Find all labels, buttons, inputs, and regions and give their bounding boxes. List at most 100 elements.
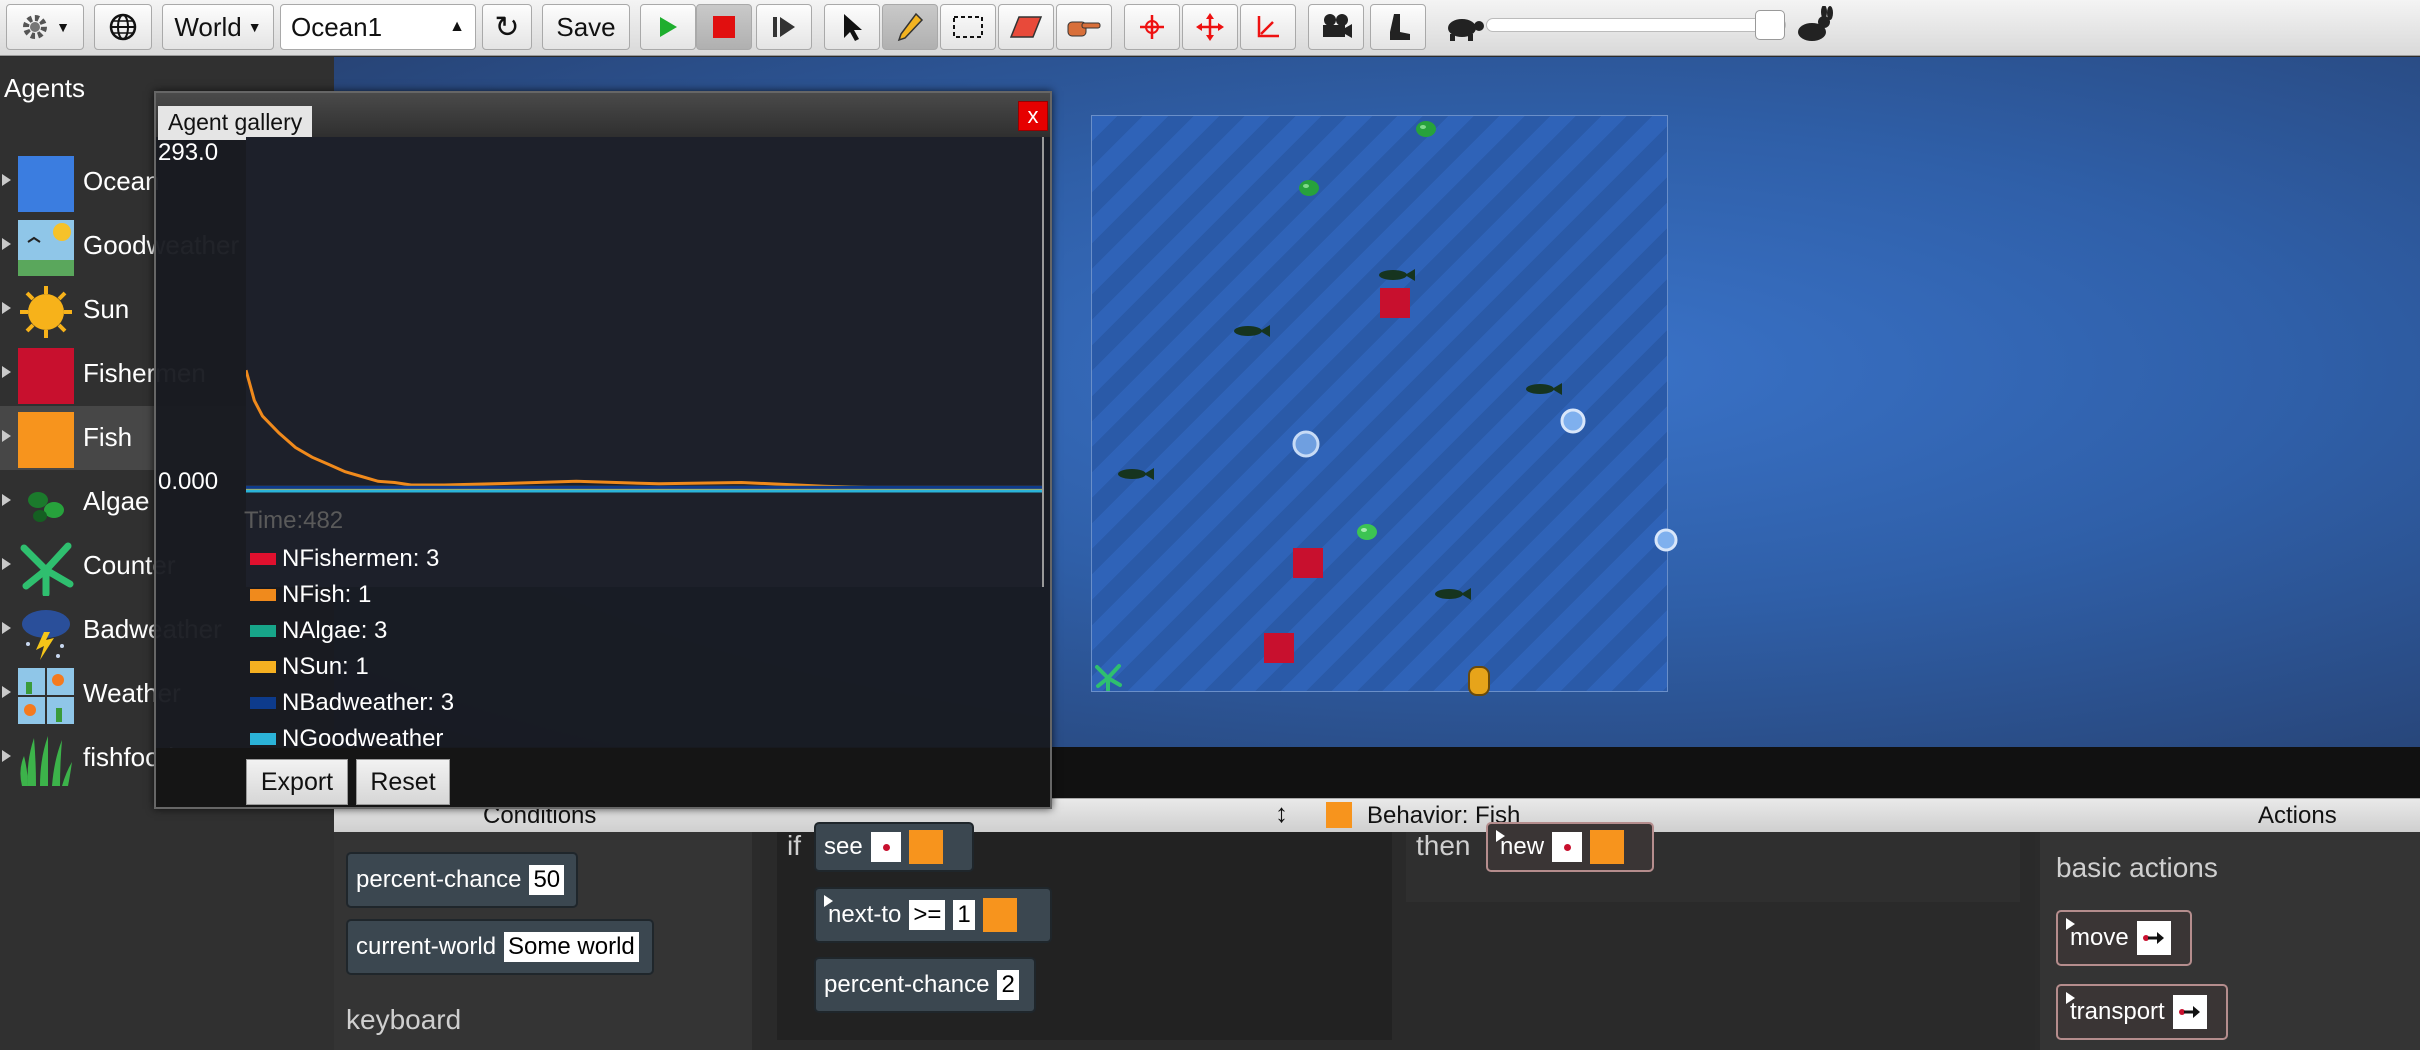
agent-label: Algae [83, 486, 150, 516]
algae-icon[interactable] [1415, 119, 1437, 144]
expand-triangle-icon[interactable] [824, 895, 833, 907]
save-button[interactable]: Save [542, 4, 630, 50]
bubble-icon[interactable] [1652, 526, 1680, 559]
fish-icon[interactable] [1373, 266, 1417, 284]
camera-button[interactable] [1308, 4, 1364, 50]
speed-slider[interactable] [1486, 10, 1786, 40]
expand-triangle-icon[interactable] [2, 430, 11, 442]
ocean-grid[interactable] [1091, 115, 1678, 696]
close-button[interactable]: x [1018, 101, 1048, 131]
agent-gallery-tab[interactable]: Agent gallery [158, 106, 313, 140]
resize-corner-icon [1253, 12, 1283, 42]
world-select[interactable]: Ocean1 ▲ [280, 4, 476, 50]
legend-swatch [250, 625, 276, 637]
algae-icon[interactable] [1298, 178, 1320, 203]
stop-button[interactable] [696, 4, 752, 50]
expand-triangle-icon[interactable] [2, 686, 11, 698]
selector-dot-icon[interactable] [870, 832, 901, 862]
counter-icon [18, 540, 74, 598]
bubble-icon[interactable] [1291, 429, 1321, 464]
eraser-tool-button[interactable] [998, 4, 1054, 50]
resize-tool-button[interactable] [1240, 4, 1296, 50]
expand-triangle-icon[interactable] [2066, 992, 2075, 1004]
tile-label: percent-chance [356, 866, 522, 893]
expand-triangle-icon[interactable] [2, 302, 11, 314]
rotate-tool-button[interactable] [1124, 4, 1180, 50]
move-tool-button[interactable] [1182, 4, 1238, 50]
series-line-nfish [244, 369, 1043, 492]
comparison-operator[interactable]: >= [909, 900, 946, 930]
world-select-value: Ocean1 [291, 11, 383, 42]
agent-tool-button[interactable] [1370, 4, 1426, 50]
expand-triangle-icon[interactable] [2066, 918, 2075, 930]
expand-triangle-icon[interactable] [2, 366, 11, 378]
expand-triangle-icon[interactable] [2, 622, 11, 634]
selector-dot-icon[interactable] [1552, 832, 1583, 862]
current-world-value[interactable]: Some world [504, 932, 639, 962]
percent-chance-value[interactable]: 50 [529, 865, 565, 895]
algae-icon[interactable] [1356, 522, 1378, 547]
new-action-tile[interactable]: new [1486, 822, 1654, 872]
expand-triangle-icon[interactable] [2, 750, 11, 762]
speed-slider-handle[interactable] [1755, 10, 1785, 40]
marquee-select-icon [952, 15, 984, 39]
world-dropdown[interactable]: World ▼ [162, 4, 274, 50]
globe-button[interactable] [94, 4, 152, 50]
export-button[interactable]: Export [246, 759, 348, 805]
percent-chance-condition-tile[interactable]: percent-chance 2 [814, 957, 1036, 1013]
tile-label: current-world [356, 933, 497, 960]
direction-arrow-icon[interactable] [2172, 995, 2207, 1029]
expand-triangle-icon[interactable] [2, 494, 11, 506]
select-tool-button[interactable] [824, 4, 880, 50]
fish-swatch[interactable] [908, 830, 943, 864]
fish-swatch[interactable] [1590, 830, 1625, 864]
expand-triangle-icon[interactable] [2, 238, 11, 250]
settings-menu-button[interactable]: ▼ [6, 4, 84, 50]
percent-chance-tile[interactable]: percent-chance 50 [346, 852, 578, 908]
fisherman-agent[interactable] [1264, 633, 1294, 663]
sun-icon [18, 284, 74, 340]
reload-button[interactable]: ↻ [482, 4, 532, 50]
direction-arrow-icon[interactable] [2136, 921, 2171, 955]
step-button[interactable] [756, 4, 812, 50]
weather-icon [18, 668, 74, 724]
agent-gallery-popup[interactable]: Agent gallery x 293.0 0.000 Time:482 NFi… [154, 91, 1052, 809]
legend-item: NAlgae: 3 [250, 617, 387, 645]
fish-icon[interactable] [1429, 585, 1473, 603]
fish-icon[interactable] [1112, 465, 1156, 483]
fisherman-agent[interactable] [1293, 548, 1323, 578]
expand-triangle-icon[interactable] [2, 174, 11, 186]
legend-label: NSun: 1 [282, 653, 369, 680]
fishfood-icon [18, 732, 74, 788]
hand-tool-button[interactable] [1056, 4, 1112, 50]
fisherman-agent[interactable] [1380, 288, 1410, 318]
refresh-icon: ↻ [494, 10, 520, 44]
reset-button[interactable]: Reset [356, 759, 450, 805]
fish-swatch [1326, 802, 1352, 828]
marquee-tool-button[interactable] [940, 4, 996, 50]
move-action-tile[interactable]: move [2056, 910, 2192, 966]
eraser-icon [1009, 15, 1043, 39]
legend-label: NFishermen: 3 [282, 545, 440, 572]
legend-item: NBadweather: 3 [250, 689, 454, 717]
current-world-tile[interactable]: current-world Some world [346, 919, 654, 975]
run-button[interactable] [640, 4, 696, 50]
percent-chance-value[interactable]: 2 [997, 970, 1019, 1000]
transport-action-tile[interactable]: transport [2056, 984, 2228, 1040]
see-condition-tile[interactable]: see [814, 822, 974, 872]
expand-triangle-icon[interactable] [1496, 830, 1505, 842]
next-to-count[interactable]: 1 [953, 900, 975, 930]
next-to-condition-tile[interactable]: next-to >= 1 [814, 887, 1052, 943]
bubble-icon[interactable] [1558, 406, 1588, 441]
resize-handle-icon[interactable]: ↕ [1275, 798, 1288, 829]
expand-triangle-icon[interactable] [2, 558, 11, 570]
step-icon [771, 15, 797, 39]
sun-icon[interactable] [1466, 664, 1492, 703]
fish-swatch[interactable] [982, 898, 1017, 932]
pencil-tool-button[interactable] [882, 4, 938, 50]
actions-label: Actions [2258, 802, 2337, 829]
fish-icon[interactable] [1228, 322, 1272, 340]
tile-label: new [1500, 833, 1545, 860]
counter-icon[interactable] [1094, 663, 1122, 696]
fish-icon[interactable] [1520, 380, 1564, 398]
